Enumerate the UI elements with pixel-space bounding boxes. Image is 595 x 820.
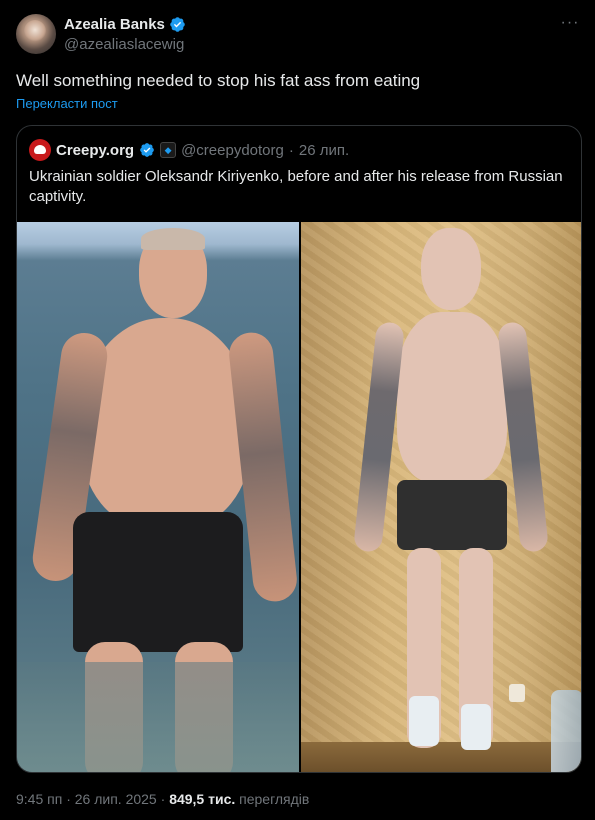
quoted-post-text: Ukrainian soldier Oleksandr Kiriyenko, b… <box>29 168 563 205</box>
quoted-post-header: Creepy.org ◆ @creepydotorg · 26 лип. <box>29 139 349 161</box>
quoted-post-card[interactable]: Creepy.org ◆ @creepydotorg · 26 лип. Ukr… <box>16 125 582 773</box>
translate-post-link[interactable]: Перекласти пост <box>16 96 118 111</box>
affiliate-badge-icon: ◆ <box>160 142 177 158</box>
author-display-name[interactable]: Azealia Banks <box>64 16 165 33</box>
post-date[interactable]: 26 лип. 2025 <box>75 791 157 807</box>
post-time[interactable]: 9:45 пп <box>16 791 62 807</box>
author-name-row: Azealia Banks <box>64 16 186 33</box>
quoted-date: 26 лип. <box>298 141 350 159</box>
figure-hair <box>141 228 205 250</box>
tweet-text: Well something needed to stop his fat as… <box>16 71 421 90</box>
water <box>17 662 299 772</box>
quoted-display-name: Creepy.org <box>56 141 135 159</box>
water-bottles <box>551 690 581 772</box>
quoted-avatar[interactable] <box>29 139 51 161</box>
author-handle[interactable]: @azealiaslacewig <box>64 36 184 53</box>
figure-head <box>421 228 481 310</box>
views-count: 849,5 тис. <box>169 791 236 807</box>
before-photo[interactable] <box>17 222 299 772</box>
bandage-right <box>461 704 491 750</box>
after-photo[interactable] <box>301 222 581 772</box>
figure-shorts <box>397 480 507 550</box>
dot-separator: · <box>160 791 166 807</box>
figure-torso <box>397 312 507 482</box>
dot-separator: · <box>288 141 294 159</box>
quoted-handle: @creepydotorg <box>181 141 284 159</box>
wall-outlet <box>509 684 525 702</box>
views-label: переглядів <box>239 791 310 807</box>
bandage-left <box>409 696 439 746</box>
avatar[interactable] <box>16 14 56 54</box>
more-options-icon[interactable]: ··· <box>559 15 581 36</box>
verified-badge-icon[interactable] <box>169 16 186 33</box>
figure-shorts <box>73 512 243 652</box>
verified-badge-icon <box>140 143 154 157</box>
dot-separator: · <box>66 791 71 807</box>
post-footer: 9:45 пп · 26 лип. 2025 · 849,5 тис. пере… <box>16 791 309 807</box>
tweet-header: Azealia Banks @azealiaslacewig ··· <box>16 14 581 56</box>
